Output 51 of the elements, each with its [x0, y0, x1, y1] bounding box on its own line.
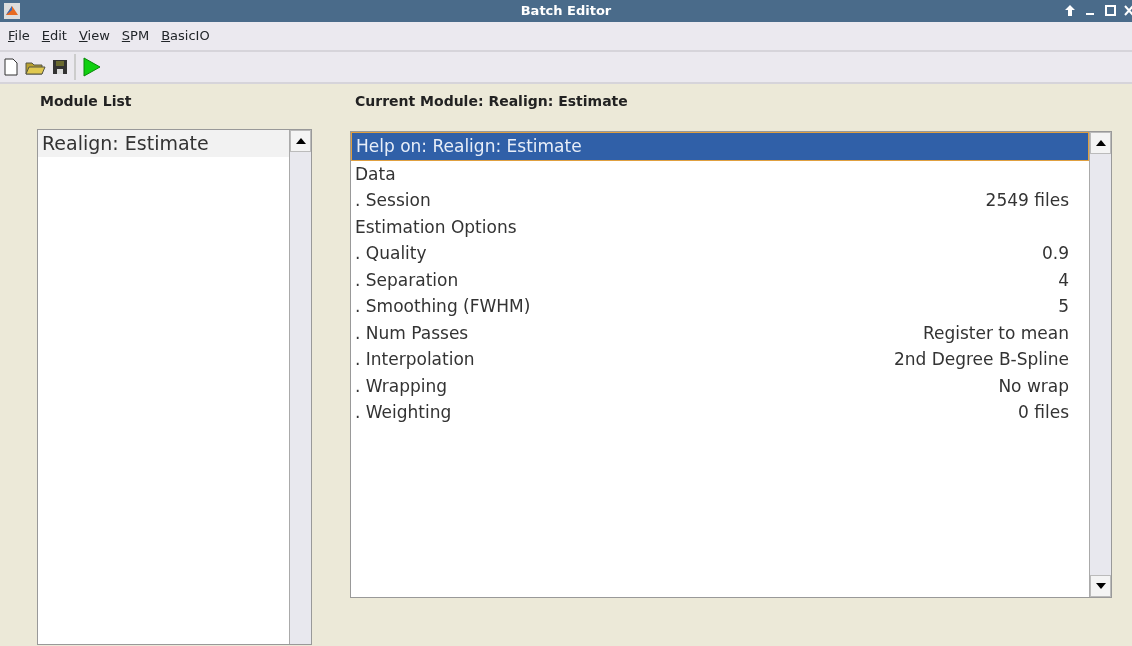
- scrollbar[interactable]: [289, 130, 311, 644]
- setting-label: . Wrapping: [355, 374, 448, 398]
- triangle-up-icon: [295, 138, 306, 144]
- setting-value: 5: [1058, 295, 1069, 318]
- setting-value: 0 files: [1018, 401, 1069, 424]
- run-icon[interactable]: [80, 56, 102, 78]
- setting-label: . Quality: [355, 242, 427, 265]
- window-title: Batch Editor: [520, 3, 612, 18]
- setting-label: . Smoothing (FWHM): [355, 295, 531, 318]
- setting-label: . Separation: [355, 268, 459, 292]
- setting-value: No wrap: [998, 374, 1069, 398]
- menu-item[interactable]: SPM: [119, 26, 160, 46]
- setting-value: Register to mean: [922, 321, 1069, 345]
- setting-row[interactable]: . Smoothing (FWHM) 5: [351, 293, 1089, 320]
- setting-row[interactable]: . Quality 0.9: [351, 240, 1089, 267]
- triangle-up-icon: [1095, 140, 1106, 146]
- setting-label: . Num Passes: [355, 321, 469, 345]
- setting-value: 4: [1058, 268, 1069, 292]
- setting-row[interactable]: . Weighting 0 files: [351, 399, 1089, 426]
- setting-label: . Session: [355, 189, 431, 212]
- setting-label: . Weighting: [355, 401, 452, 424]
- module-list-item[interactable]: Realign: Estimate: [38, 130, 289, 157]
- scroll-down-button[interactable]: [1090, 575, 1111, 597]
- arrow-up-icon[interactable]: [1064, 3, 1076, 17]
- maximize-icon[interactable]: [1104, 3, 1116, 17]
- menu-item[interactable]: File: [6, 26, 40, 46]
- current-module-title: Current Module: Realign: Estimate: [354, 92, 629, 111]
- setting-group-row[interactable]: Estimation Options: [351, 213, 1089, 240]
- setting-group-row[interactable]: Data: [351, 160, 1089, 187]
- menu-item[interactable]: BasicIO: [159, 26, 220, 46]
- close-icon[interactable]: [1124, 3, 1132, 17]
- setting-label: . Interpolation: [355, 348, 475, 371]
- setting-value: 2549 files: [985, 189, 1069, 212]
- setting-value: 2nd Degree B-Spline: [893, 348, 1069, 371]
- setting-row[interactable]: . Session 2549 files: [351, 187, 1089, 214]
- scroll-up-button[interactable]: [290, 130, 311, 152]
- setting-value: 0.9: [1041, 242, 1069, 265]
- setting-group-row[interactable]: Help on: Realign: Estimate: [351, 132, 1089, 161]
- app-icon: [4, 3, 20, 19]
- scrollbar[interactable]: [1089, 132, 1111, 597]
- menu-item[interactable]: View: [76, 26, 120, 46]
- menu-item[interactable]: Edit: [39, 26, 77, 46]
- setting-row[interactable]: . Interpolation 2nd Degree B-Spline: [351, 346, 1089, 373]
- module-list-title: Module List: [39, 92, 133, 111]
- setting-row[interactable]: . Separation 4: [351, 266, 1089, 293]
- triangle-down-icon: [1095, 583, 1106, 589]
- setting-row[interactable]: . Wrapping No wrap: [351, 372, 1089, 399]
- save-icon[interactable]: [50, 57, 70, 77]
- new-file-icon[interactable]: [2, 57, 20, 77]
- setting-row[interactable]: . Num Passes Register to mean: [351, 319, 1089, 346]
- scroll-up-button[interactable]: [1090, 132, 1111, 154]
